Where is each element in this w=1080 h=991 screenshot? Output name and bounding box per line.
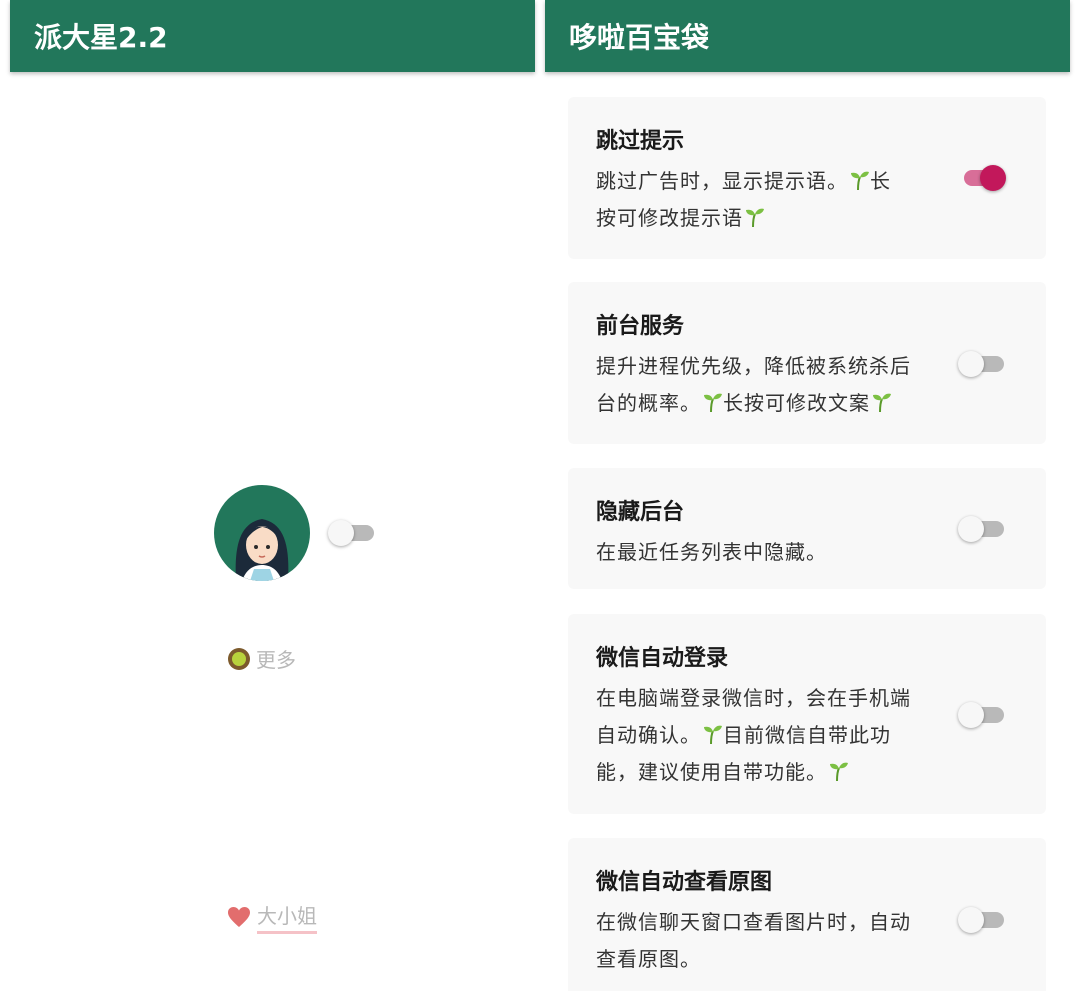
card-title: 前台服务 [596, 314, 685, 339]
girl-link[interactable]: 大小姐 [227, 900, 317, 934]
girl-label: 大小姐 [257, 900, 317, 934]
card-description: 在最近任务列表中隐藏。 [596, 534, 936, 571]
desc-text: 在微信聊天窗口查看图片时，自动 [596, 910, 911, 934]
desc-text: 长 [870, 169, 891, 193]
toggle-thumb [980, 165, 1006, 191]
desc-text: 跳过广告时，显示提示语。 [596, 169, 848, 193]
card-title: 隐藏后台 [596, 500, 685, 525]
toggle-thumb [958, 702, 984, 728]
setting-card-wechat-auto-login[interactable]: 微信自动登录 在电脑端登录微信时，会在手机端 自动确认。 目前微信自带此功 能，建… [568, 614, 1046, 814]
setting-card-foreground-service[interactable]: 前台服务 提升进程优先级，降低被系统杀后 台的概率。 长按可修改文案 [568, 282, 1046, 444]
foreground-service-toggle[interactable] [958, 349, 1006, 379]
card-title: 跳过提示 [596, 129, 685, 154]
sprout-icon [704, 725, 722, 745]
desc-text: 台的概率。 [596, 391, 701, 415]
sprout-icon [851, 171, 869, 191]
heart-icon [228, 907, 250, 927]
more-link[interactable]: 更多 [228, 644, 296, 673]
desc-text: 按可修改提示语 [596, 206, 743, 230]
card-description: 在电脑端登录微信时，会在手机端 自动确认。 目前微信自带此功 能，建议使用自带功能… [596, 680, 936, 791]
toggle-thumb [328, 520, 354, 546]
desc-text: 提升进程优先级，降低被系统杀后 [596, 354, 911, 378]
desc-text: 目前微信自带此功 [723, 723, 891, 747]
setting-card-hide-background[interactable]: 隐藏后台 在最近任务列表中隐藏。 [568, 468, 1046, 589]
wechat-original-image-toggle[interactable] [958, 905, 1006, 935]
right-app-title: 哆啦百宝袋 [569, 21, 710, 54]
wechat-auto-login-toggle[interactable] [958, 700, 1006, 730]
desc-text: 在电脑端登录微信时，会在手机端 [596, 686, 911, 710]
card-description: 提升进程优先级，降低被系统杀后 台的概率。 长按可修改文案 [596, 348, 936, 422]
hide-background-toggle[interactable] [958, 514, 1006, 544]
left-app-bar: 派大星2.2 [10, 0, 535, 72]
toggle-thumb [958, 516, 984, 542]
card-description: 跳过广告时，显示提示语。长 按可修改提示语 [596, 163, 936, 237]
right-app-bar: 哆啦百宝袋 [545, 0, 1070, 72]
desc-text: 查看原图。 [596, 947, 701, 971]
left-toggle-switch[interactable] [328, 518, 376, 548]
toggle-thumb [958, 351, 984, 377]
desc-text: 在最近任务列表中隐藏。 [596, 540, 827, 564]
left-app-title: 派大星2.2 [34, 21, 168, 54]
sprout-icon [704, 393, 722, 413]
skip-tip-toggle[interactable] [958, 163, 1006, 193]
toggle-thumb [958, 907, 984, 933]
card-title: 微信自动登录 [596, 646, 729, 671]
avatar[interactable] [214, 485, 310, 581]
desc-text: 能，建议使用自带功能。 [596, 760, 827, 784]
sprout-icon [746, 208, 764, 228]
card-description: 在微信聊天窗口查看图片时，自动 查看原图。 [596, 904, 936, 978]
kiwi-icon [228, 647, 250, 670]
sprout-icon [830, 762, 848, 782]
desc-text: 自动确认。 [596, 723, 701, 747]
setting-card-skip-tip[interactable]: 跳过提示 跳过广告时，显示提示语。长 按可修改提示语 [568, 97, 1046, 259]
setting-card-wechat-original-image[interactable]: 微信自动查看原图 在微信聊天窗口查看图片时，自动 查看原图。 [568, 838, 1046, 991]
card-title: 微信自动查看原图 [596, 870, 773, 895]
more-label: 更多 [256, 648, 296, 672]
avatar-girl-icon [235, 519, 289, 581]
sprout-icon [873, 393, 891, 413]
desc-text: 长按可修改文案 [723, 391, 870, 415]
